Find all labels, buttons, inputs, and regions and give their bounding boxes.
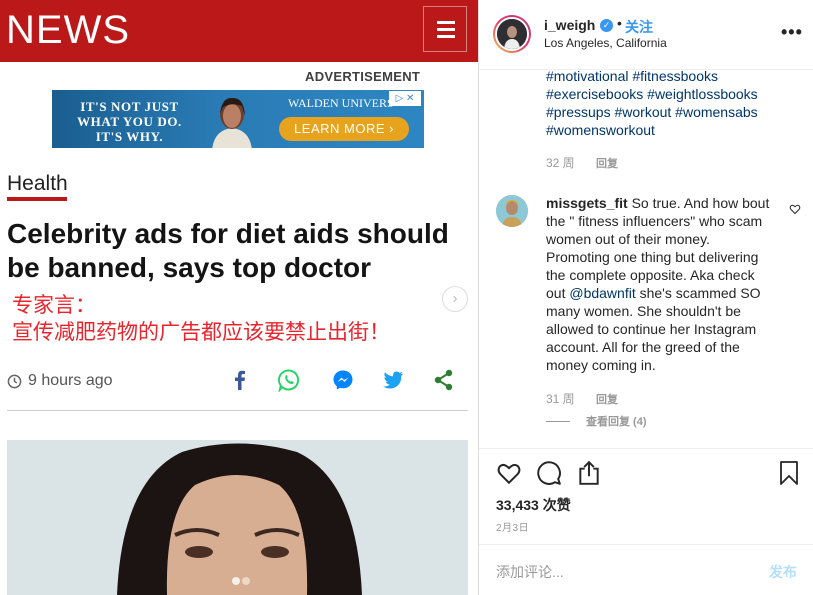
- caption-hashtags[interactable]: #motivational #fitnessbooks #exerciseboo…: [546, 67, 808, 139]
- dot-separator: •: [617, 15, 622, 31]
- comment-text: missgets_fit So true. And how bout the "…: [546, 194, 776, 374]
- ad-choices-icon[interactable]: ▷ ✕: [389, 91, 421, 106]
- share-icon[interactable]: [433, 368, 455, 392]
- like-count[interactable]: 33,433 次赞: [496, 495, 571, 515]
- caption-age: 32 周: [546, 156, 575, 170]
- follow-button[interactable]: 关注: [625, 17, 653, 37]
- news-logo[interactable]: NEWS: [6, 8, 130, 53]
- section-underline: [7, 197, 67, 201]
- comment-age: 31 周: [546, 392, 575, 406]
- more-options-icon[interactable]: •••: [781, 22, 803, 43]
- woman-portrait-image: [7, 440, 468, 595]
- cn-caption-line-1: 专家言：: [12, 293, 96, 317]
- divider: [7, 410, 468, 411]
- news-header: NEWS: [0, 0, 478, 62]
- comment-like-heart-icon[interactable]: [789, 203, 801, 215]
- post-header: i_weigh ✓ • 关注 Los Angeles, California •…: [479, 0, 813, 70]
- facebook-icon[interactable]: [230, 368, 250, 392]
- ad-banner[interactable]: IT'S NOT JUST WHAT YOU DO. IT'S WHY. WAL…: [52, 90, 424, 148]
- share-upload-icon[interactable]: [576, 460, 602, 486]
- comment-box-divider: [479, 544, 813, 545]
- twitter-icon[interactable]: [381, 368, 405, 392]
- menu-button[interactable]: [423, 6, 467, 52]
- ad-person-image: [212, 97, 252, 148]
- comment-reply-button[interactable]: 回复: [596, 394, 618, 406]
- view-replies-button[interactable]: 查看回复 (4): [546, 413, 647, 429]
- add-comment-input[interactable]: 添加评论...: [496, 562, 564, 582]
- chevron-right-icon[interactable]: ›: [442, 286, 468, 312]
- ad-text: IT'S NOT JUST WHAT YOU DO. IT'S WHY.: [77, 99, 182, 144]
- actions-divider: [479, 448, 813, 449]
- post-location[interactable]: Los Angeles, California: [544, 36, 667, 50]
- heart-icon[interactable]: [496, 460, 522, 486]
- verified-badge-icon: ✓: [600, 19, 613, 32]
- bookmark-icon[interactable]: [777, 460, 801, 486]
- comment-icon[interactable]: [536, 460, 562, 486]
- news-article-panel: NEWS ADVERTISEMENT IT'S NOT JUST WHAT YO…: [0, 0, 478, 595]
- chinese-caption-overlay: 专家言： 宣传减肥药物的广告都应该要禁止出街！: [12, 292, 390, 346]
- avatar-image: [497, 19, 527, 49]
- timestamp-row: 9 hours ago: [7, 372, 113, 390]
- messenger-icon[interactable]: [331, 368, 355, 392]
- article-headline: Celebrity ads for diet aids should be ba…: [7, 218, 449, 283]
- commenter-avatar[interactable]: [496, 195, 528, 227]
- comment-username[interactable]: missgets_fit: [546, 195, 628, 211]
- profile-avatar[interactable]: [493, 15, 531, 53]
- whatsapp-icon[interactable]: [277, 368, 301, 392]
- clock-icon: [7, 374, 22, 388]
- ad-brand: WALDEN UNIVERS: [288, 96, 394, 110]
- view-replies-label: 查看回复 (4): [586, 416, 647, 428]
- post-username[interactable]: i_weigh: [544, 17, 595, 33]
- commenter-avatar-image: [496, 195, 528, 227]
- comment-mention[interactable]: @bdawnfit: [569, 285, 635, 301]
- instagram-panel: i_weigh ✓ • 关注 Los Angeles, California •…: [478, 0, 813, 595]
- post-date: 2月3日: [496, 523, 530, 534]
- ad-label: ADVERTISEMENT: [305, 69, 421, 84]
- article-photo: [7, 440, 468, 595]
- ad-learn-more-button[interactable]: LEARN MORE ›: [279, 117, 409, 141]
- caption-meta: 32 周 回复: [546, 154, 618, 171]
- comment-meta: 31 周 回复: [546, 390, 618, 407]
- publish-time: 9 hours ago: [28, 372, 113, 389]
- replies-line: [546, 420, 570, 422]
- post-comment-button[interactable]: 发布: [769, 562, 797, 582]
- section-label[interactable]: Health: [7, 172, 68, 196]
- cn-caption-line-2: 宣传减肥药物的广告都应该要禁止出街！: [12, 320, 390, 344]
- caption-reply-button[interactable]: 回复: [596, 158, 618, 170]
